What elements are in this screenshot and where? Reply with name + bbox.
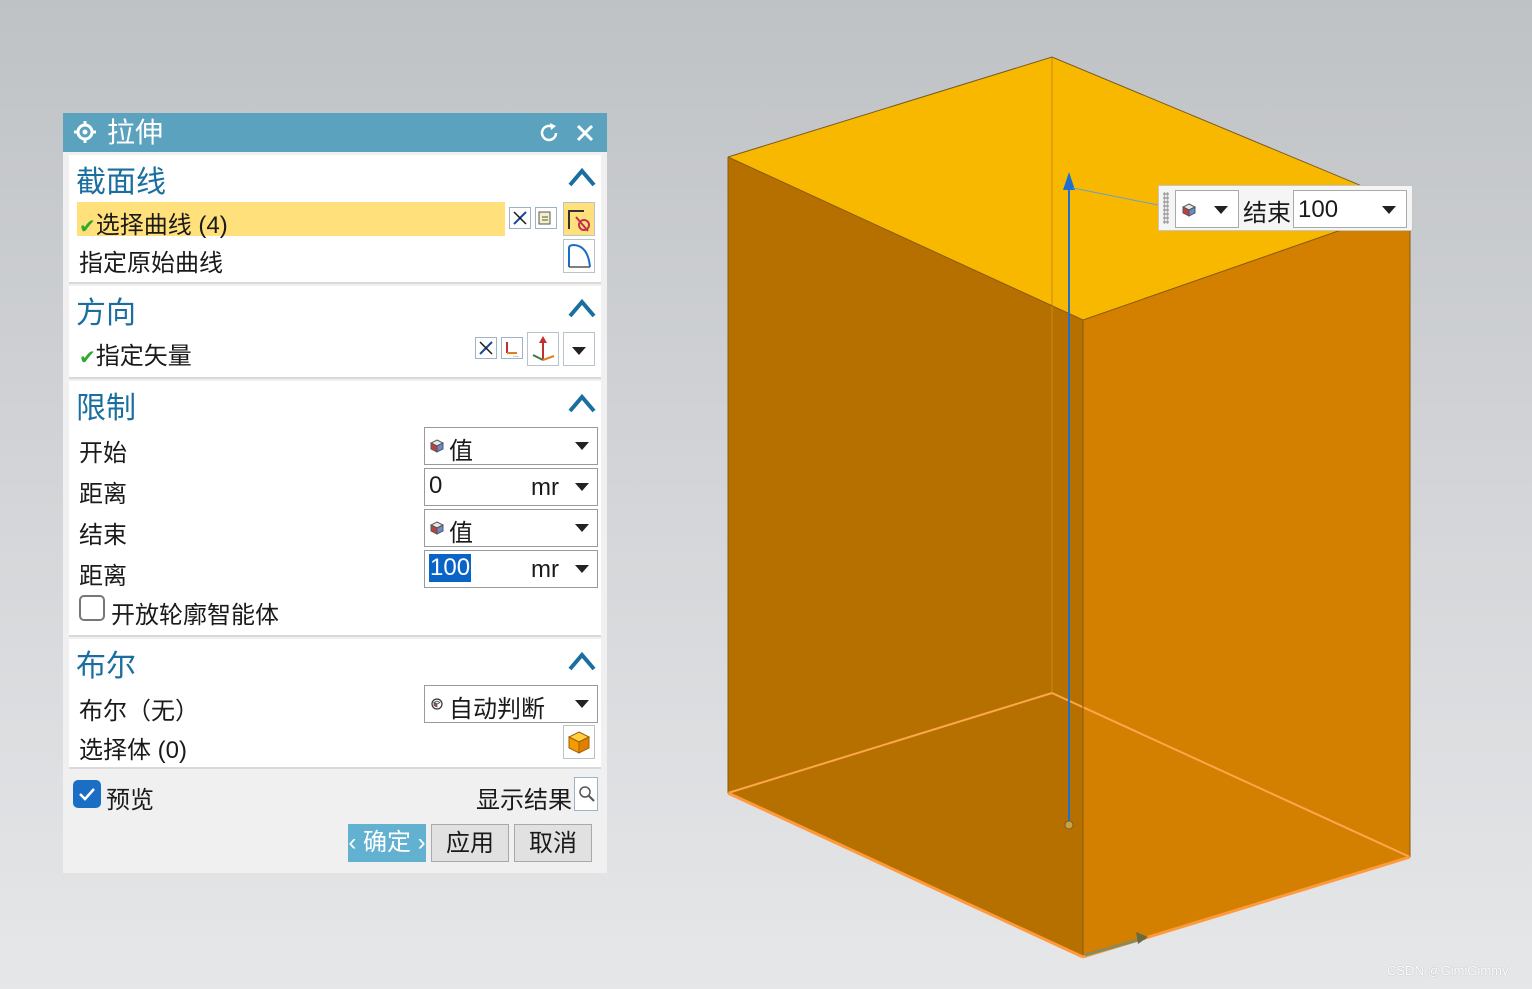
start-option-dropdown[interactable]: 值 — [424, 427, 598, 465]
end-option-dropdown[interactable] — [1175, 190, 1239, 228]
end-label: 结束 — [79, 522, 127, 549]
dialog-title: 拉伸 — [107, 117, 164, 148]
vector-type-button[interactable] — [527, 332, 559, 366]
original-curve-button[interactable] — [563, 239, 595, 273]
dialog-footer: 预览 显示结果 ‹ 确定 › 应用 取消 — [63, 769, 607, 873]
cube-icon — [1182, 203, 1196, 217]
show-result-label: 显示结果 — [476, 787, 572, 814]
show-result-button[interactable] — [574, 777, 598, 811]
cancel-button[interactable]: 取消 — [514, 824, 592, 862]
end-distance-value: 100 — [429, 554, 472, 582]
chevron-up-icon[interactable] — [567, 649, 597, 673]
select-body-label: 选择体 (0) — [79, 737, 187, 764]
boolean-option-dropdown[interactable]: 自动判断 — [424, 685, 598, 723]
chevron-down-icon[interactable] — [575, 565, 589, 573]
specify-vector-row[interactable]: ✔指定矢量 — [79, 336, 192, 371]
end-option-value: 值 — [449, 520, 473, 547]
end-distance-handle-box[interactable]: 结束 100 — [1158, 185, 1413, 231]
boolean-option-value: 自动判断 — [449, 696, 545, 723]
chevron-down-icon[interactable] — [575, 483, 589, 491]
apply-button[interactable]: 应用 — [431, 824, 509, 862]
reset-icon[interactable] — [537, 121, 561, 145]
chevron-up-icon[interactable] — [567, 165, 597, 189]
start-unit: mr — [531, 474, 559, 501]
preview-label: 预览 — [106, 787, 154, 814]
specify-vector-label: 指定矢量 — [95, 343, 192, 370]
original-curve-label: 指定原始曲线 — [79, 250, 223, 277]
vector-origin-point[interactable] — [1064, 820, 1074, 830]
start-label: 开始 — [79, 440, 127, 467]
end-distance-label: 距离 — [79, 563, 127, 590]
dialog-titlebar[interactable]: 拉伸 — [63, 113, 607, 152]
select-curve-row[interactable]: ✔选择曲线 (4) — [79, 205, 228, 240]
curve-rule-button[interactable] — [509, 207, 531, 229]
reverse-direction-button[interactable] — [475, 337, 497, 359]
direction-heading[interactable]: 方向 — [76, 288, 136, 332]
end-distance-input[interactable]: 100 mr — [424, 550, 598, 588]
open-profile-label: 开放轮廓智能体 — [111, 602, 279, 629]
vector-type-dropdown[interactable] — [563, 332, 595, 366]
end-distance-input[interactable]: 100 — [1293, 190, 1407, 228]
section-curve-group: 截面线 ✔选择曲线 (4) 指定原始曲线 — [69, 155, 601, 284]
start-distance-value: 0 — [429, 472, 443, 499]
cube-icon — [430, 439, 444, 453]
gear-icon[interactable] — [73, 120, 97, 144]
chevron-down-icon — [575, 700, 589, 708]
curve-tool-button[interactable] — [563, 202, 595, 236]
svg-text:...: ... — [513, 352, 519, 358]
close-icon[interactable] — [573, 121, 597, 145]
direction-group: 方向 ✔指定矢量 ... — [69, 286, 601, 379]
preview-checkbox[interactable] — [73, 780, 101, 808]
sketch-section-button[interactable] — [535, 207, 557, 229]
drag-grip-icon[interactable] — [1163, 192, 1169, 224]
chevron-up-icon[interactable] — [567, 296, 597, 320]
select-body-button[interactable] — [563, 725, 595, 759]
check-icon: ✔ — [79, 216, 96, 238]
start-distance-input[interactable]: 0 mr — [424, 468, 598, 506]
end-label: 结束 — [1243, 200, 1291, 227]
start-distance-label: 距离 — [79, 481, 127, 508]
chevron-down-icon — [572, 347, 586, 355]
boolean-group: 布尔 布尔（无） 自动判断 选择体 (0) — [69, 639, 601, 769]
cube-icon — [430, 521, 444, 535]
section-curve-heading[interactable]: 截面线 — [76, 157, 166, 201]
limits-heading[interactable]: 限制 — [76, 383, 136, 427]
extrude-dialog: 拉伸 截面线 ✔选择曲线 (4) 指定原始曲线 方向 ✔指定矢量 ... 限制 … — [63, 113, 607, 873]
boolean-heading[interactable]: 布尔 — [76, 641, 136, 685]
select-curve-label: 选择曲线 (4) — [95, 212, 228, 239]
start-option-value: 值 — [449, 438, 473, 465]
end-option-dropdown[interactable]: 值 — [424, 509, 598, 547]
ok-button[interactable]: ‹ 确定 › — [348, 824, 426, 862]
box-right-face[interactable] — [1083, 206, 1410, 957]
watermark: CSDN @GimiGimmy — [1387, 963, 1509, 978]
chevron-down-icon — [1214, 206, 1228, 214]
boolean-infer-icon — [431, 698, 443, 710]
chevron-down-icon[interactable] — [1382, 206, 1396, 214]
boolean-label: 布尔（无） — [79, 698, 199, 725]
open-profile-checkbox[interactable] — [79, 595, 105, 621]
limits-group: 限制 开始 值 距离 0 mr 结束 值 距离 100 mr 开放轮廓智能体 — [69, 381, 601, 637]
vector-dialog-button[interactable]: ... — [501, 337, 523, 359]
chevron-down-icon — [575, 442, 589, 450]
end-unit: mr — [531, 556, 559, 583]
chevron-up-icon[interactable] — [567, 391, 597, 415]
end-distance-value: 100 — [1298, 196, 1339, 223]
check-icon: ✔ — [79, 347, 96, 369]
chevron-down-icon — [575, 524, 589, 532]
